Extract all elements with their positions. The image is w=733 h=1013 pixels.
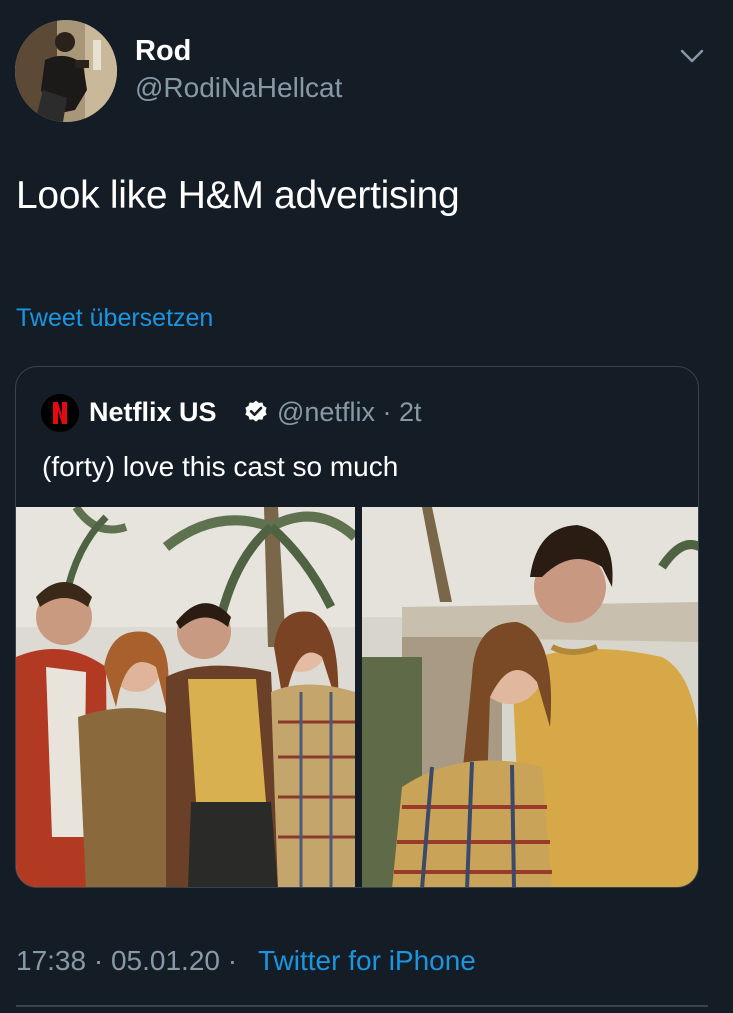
tweet-date: 05.01.20	[110, 945, 220, 976]
verified-badge-icon	[243, 399, 269, 425]
divider	[16, 1005, 708, 1007]
quoted-user-handle: @netflix	[277, 397, 375, 427]
tweet-timestamp[interactable]: 17:38 · 05.01.20 ·	[16, 944, 245, 978]
tweet-source-link[interactable]: Twitter for iPhone	[258, 944, 476, 978]
tweet-time: 17:38	[16, 945, 87, 976]
avatar[interactable]	[15, 20, 117, 122]
user-handle[interactable]: @RodiNaHellcat	[135, 71, 342, 105]
tweet-text: Look like H&M advertising	[16, 174, 460, 217]
timestamp-separator: ·	[86, 945, 111, 976]
netflix-logo-icon	[41, 394, 79, 432]
user-name[interactable]: Rod	[135, 34, 191, 68]
chevron-down-icon[interactable]	[676, 40, 708, 72]
quoted-user-name: Netflix US	[89, 397, 217, 427]
quoted-photo-couple[interactable]	[362, 507, 698, 887]
quoted-tweet-text: (forty) love this cast so much	[42, 451, 399, 482]
quoted-photo-group[interactable]	[16, 507, 355, 887]
translate-tweet-link[interactable]: Tweet übersetzen	[16, 302, 213, 334]
avatar-photo	[15, 20, 117, 122]
tweet-detail: Rod @RodiNaHellcat Look like H&M adverti…	[0, 0, 733, 1013]
quoted-age: 2t	[398, 397, 422, 427]
meta-separator: ·	[374, 397, 399, 427]
quoted-tweet-card[interactable]: Netflix US @netflix · 2t (forty) love th…	[15, 366, 699, 888]
timestamp-separator: ·	[219, 945, 245, 976]
quoted-meta: @netflix · 2t	[277, 395, 421, 429]
